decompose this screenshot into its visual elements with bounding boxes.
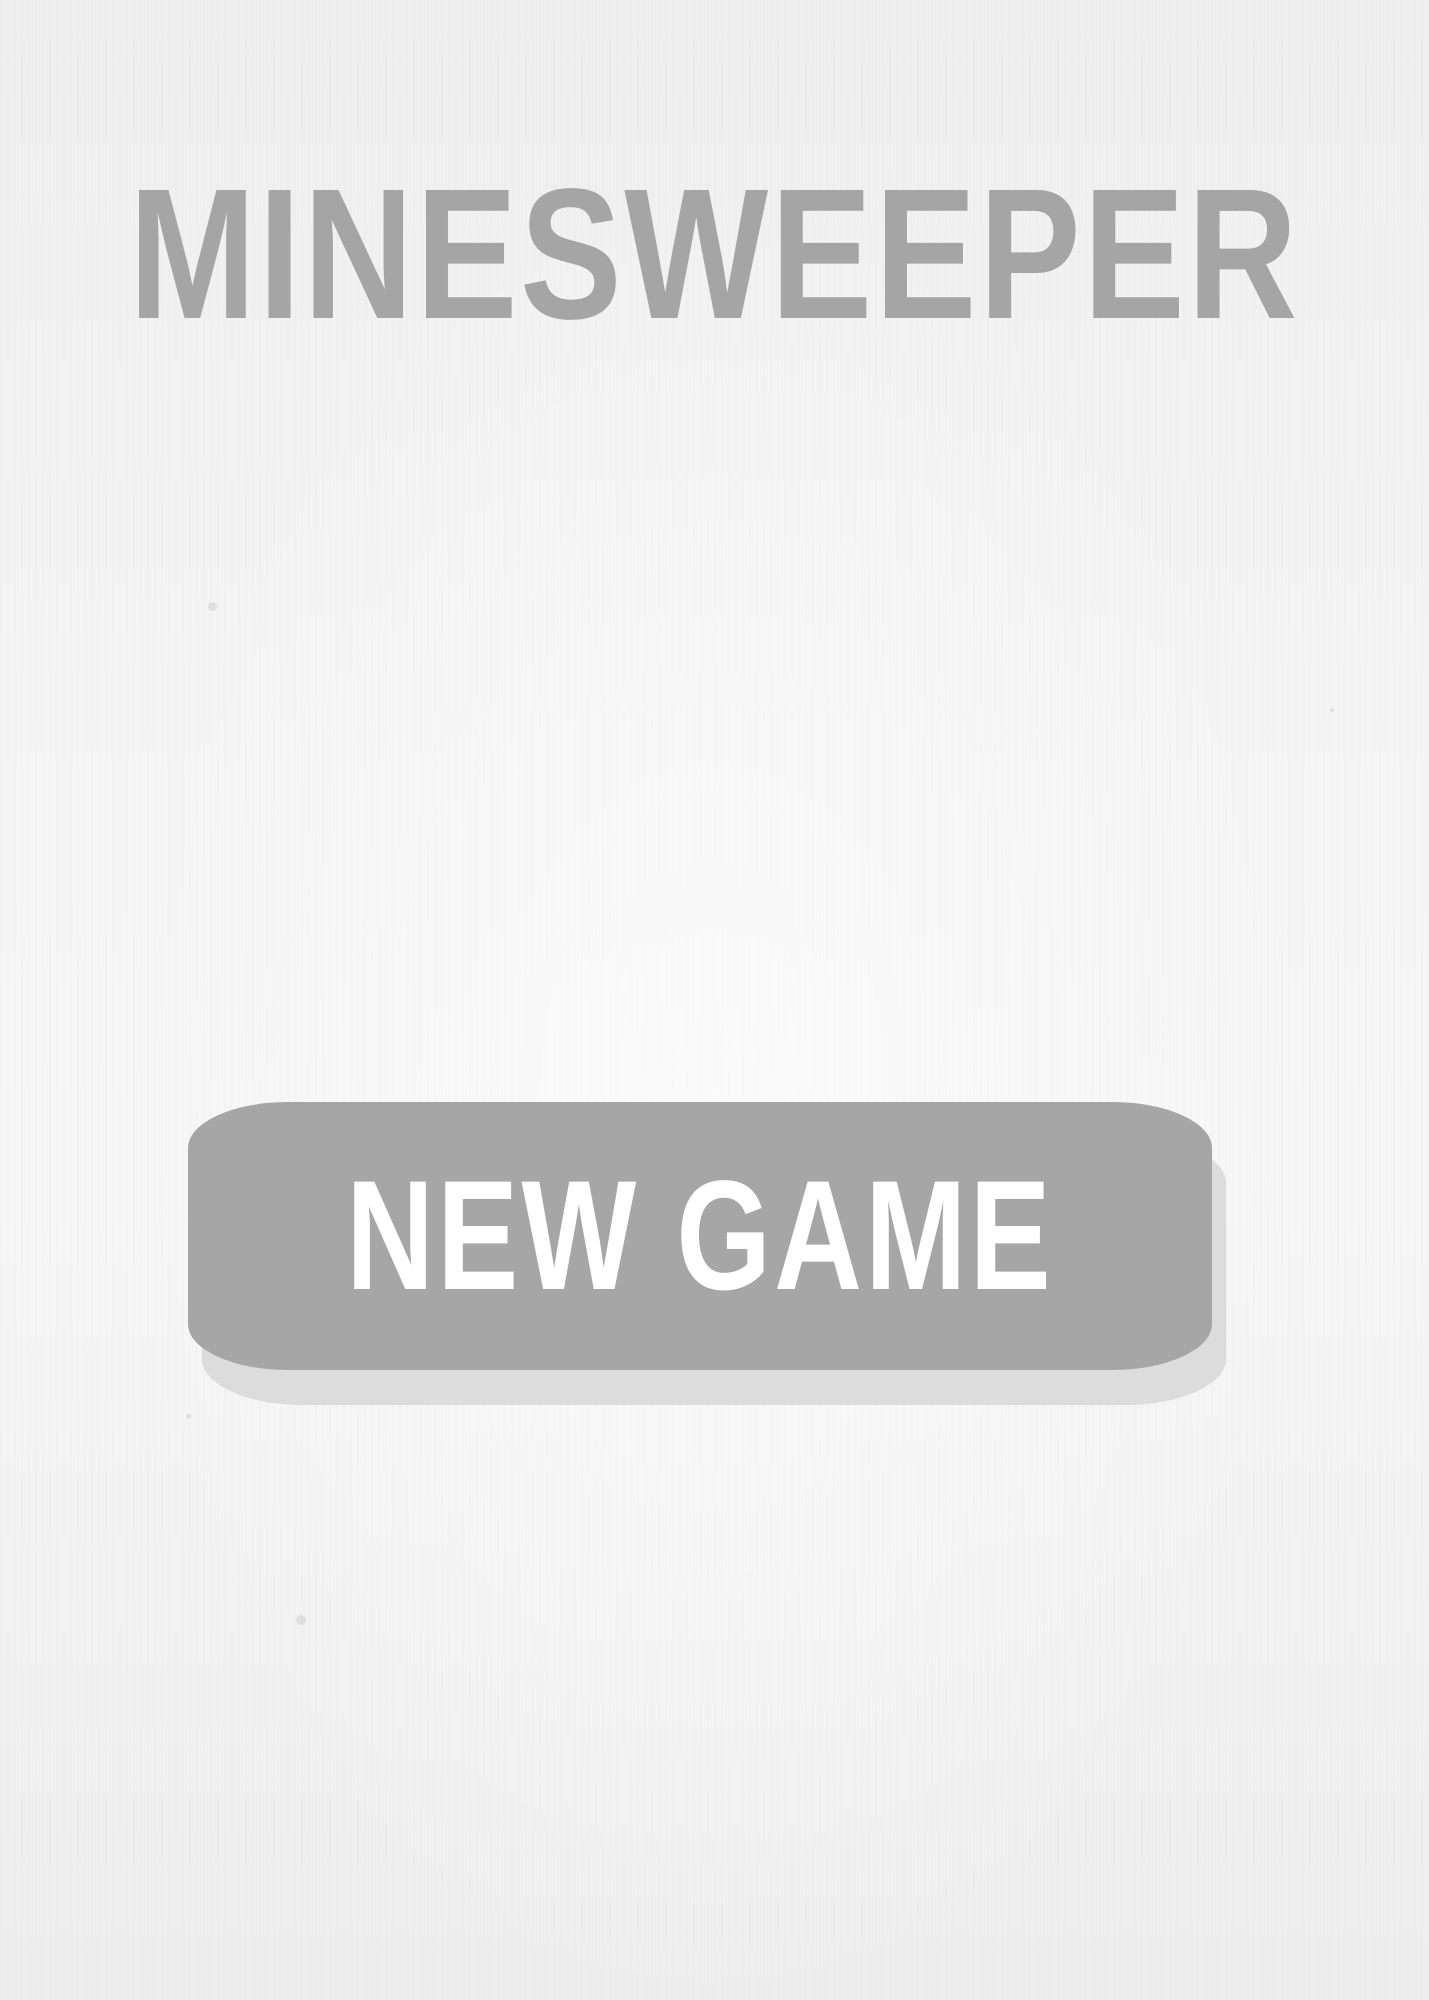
background-speck xyxy=(208,602,217,611)
background-speck xyxy=(1330,708,1334,712)
new-game-button-label: NEW GAME xyxy=(346,1149,1054,1323)
background-speck xyxy=(186,1414,191,1419)
game-title: MINESWEEPER xyxy=(128,151,1300,358)
new-game-button[interactable]: NEW GAME xyxy=(188,1102,1212,1370)
background-speck xyxy=(296,1615,306,1625)
